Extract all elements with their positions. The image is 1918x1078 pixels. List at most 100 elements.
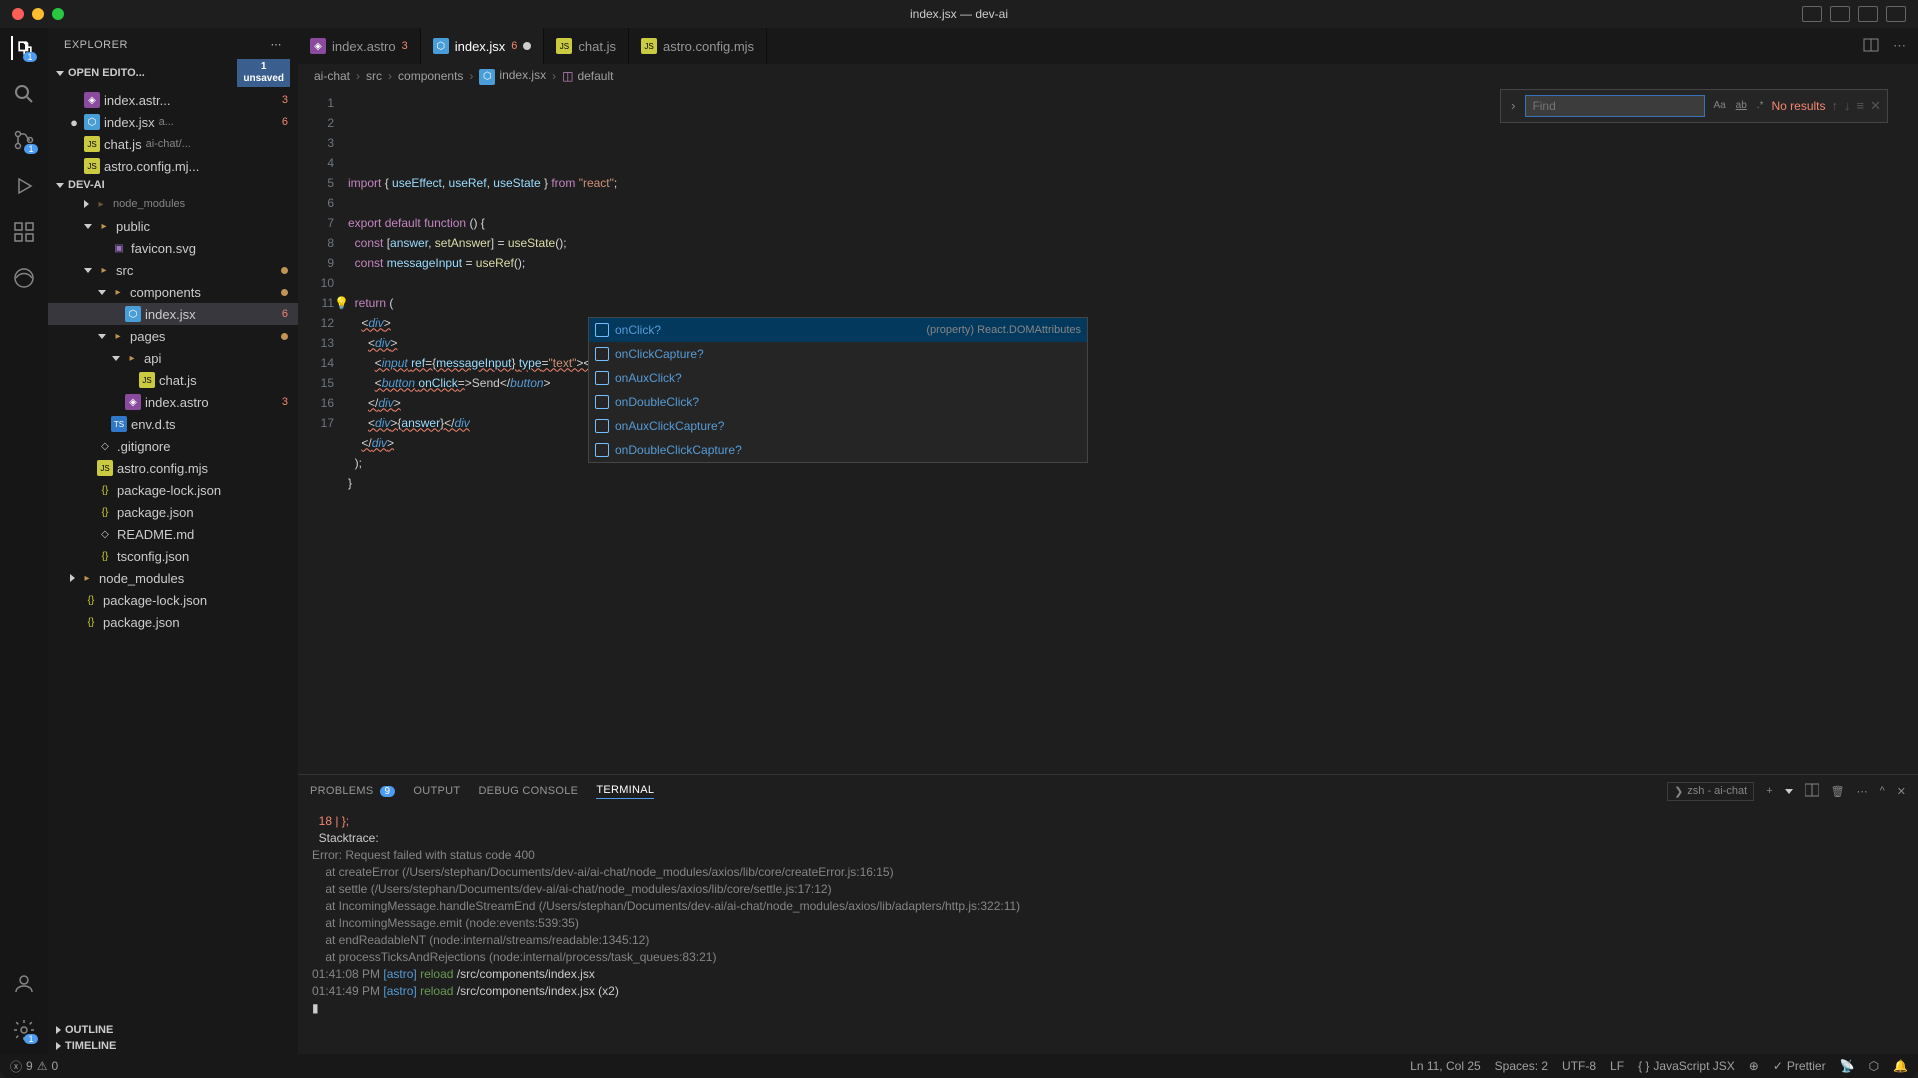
customize-layout-icon[interactable] — [1886, 6, 1906, 22]
match-word-icon[interactable]: ab — [1734, 98, 1749, 113]
breadcrumb-item[interactable]: components — [398, 69, 463, 83]
file-item[interactable]: {}package-lock.json — [48, 479, 298, 501]
file-item[interactable]: JSchat.js — [48, 369, 298, 391]
code-editor[interactable]: 💡 onClick?(property) React.DOMAttributes… — [348, 89, 1918, 775]
terminal-selector[interactable]: ❯ zsh - ai-chat — [1667, 782, 1754, 801]
status-eol[interactable]: LF — [1610, 1059, 1624, 1073]
status-language[interactable]: { } JavaScript JSX — [1638, 1059, 1735, 1073]
settings-gear-icon[interactable]: 1 — [12, 1018, 36, 1042]
edge-icon[interactable] — [12, 266, 36, 290]
suggest-item[interactable]: onClickCapture? — [589, 342, 1087, 366]
minimize-window[interactable] — [32, 8, 44, 20]
status-errors[interactable]: ⓧ 9 ⚠ 0 — [10, 1058, 58, 1075]
folder-item[interactable]: ▸pages — [48, 325, 298, 347]
editor-tab[interactable]: JSastro.config.mjs — [629, 28, 767, 64]
close-panel-icon[interactable]: ✕ — [1897, 785, 1906, 798]
open-editors-section[interactable]: OPEN EDITO... 1 unsaved — [48, 57, 298, 89]
output-tab[interactable]: OUTPUT — [413, 785, 460, 797]
find-results: No results — [1771, 99, 1825, 113]
split-terminal-icon[interactable] — [1805, 783, 1819, 800]
open-editor-item[interactable]: JSchat.jsai-chat/... — [48, 133, 298, 155]
feedback-icon[interactable]: 📡 — [1840, 1059, 1855, 1073]
file-item[interactable]: ⬡index.jsx6 — [48, 303, 298, 325]
find-prev-icon[interactable]: ↑ — [1832, 98, 1839, 113]
suggest-item[interactable]: onAuxClick? — [589, 366, 1087, 390]
status-encoding[interactable]: UTF-8 — [1562, 1059, 1596, 1073]
breadcrumb-item[interactable]: src — [366, 69, 382, 83]
suggest-item[interactable]: onClick?(property) React.DOMAttributes — [589, 318, 1087, 342]
folder-item[interactable]: ▸api — [48, 347, 298, 369]
maximize-panel-icon[interactable]: ^ — [1880, 785, 1885, 797]
panel-more-icon[interactable]: ⋯ — [1857, 785, 1868, 798]
breadcrumb-item[interactable]: ◫default — [562, 69, 613, 83]
open-editor-item[interactable]: JSastro.config.mj... — [48, 155, 298, 177]
breadcrumb-item[interactable]: ⬡index.jsx — [479, 68, 546, 85]
open-editor-item[interactable]: ●⬡index.jsxa...6 — [48, 111, 298, 133]
match-case-icon[interactable]: Aa — [1711, 98, 1727, 113]
terminal-tab[interactable]: TERMINAL — [596, 784, 654, 799]
layout-icon[interactable] — [1802, 6, 1822, 22]
split-editor-icon[interactable] — [1863, 37, 1879, 56]
panel-icon[interactable] — [1830, 6, 1850, 22]
find-input[interactable] — [1525, 95, 1705, 117]
project-section[interactable]: DEV-AI — [48, 177, 298, 193]
close-window[interactable] — [12, 8, 24, 20]
lightbulb-icon[interactable]: 💡 — [334, 293, 349, 313]
regex-icon[interactable]: .* — [1755, 98, 1766, 113]
editor-tab[interactable]: ◈index.astro3 — [298, 28, 421, 64]
explorer-more-icon[interactable]: ⋯ — [271, 38, 283, 51]
find-expand-icon[interactable]: › — [1507, 98, 1519, 113]
folder-item[interactable]: ▸node_modules — [48, 567, 298, 589]
terminal-dropdown-icon[interactable] — [1785, 785, 1793, 797]
find-close-icon[interactable]: ✕ — [1870, 98, 1881, 114]
source-control-icon[interactable]: 1 — [12, 128, 36, 152]
titlebar: index.jsx — dev-ai — [0, 0, 1918, 28]
sidebar-right-icon[interactable] — [1858, 6, 1878, 22]
status-spaces[interactable]: Spaces: 2 — [1495, 1059, 1548, 1073]
status-cursor[interactable]: Ln 11, Col 25 — [1410, 1059, 1481, 1073]
file-item[interactable]: {}tsconfig.json — [48, 545, 298, 567]
file-item[interactable]: {}package.json — [48, 611, 298, 633]
find-selection-icon[interactable]: ≡ — [1857, 98, 1865, 113]
file-item[interactable]: JSastro.config.mjs — [48, 457, 298, 479]
file-item[interactable]: ◇.gitignore — [48, 435, 298, 457]
property-icon — [595, 347, 609, 361]
suggest-item[interactable]: onDoubleClickCapture? — [589, 438, 1087, 462]
file-item[interactable]: {}package.json — [48, 501, 298, 523]
explorer-icon[interactable]: 1 — [11, 36, 35, 60]
find-next-icon[interactable]: ↓ — [1844, 98, 1851, 113]
account-icon[interactable] — [12, 972, 36, 996]
tab-more-icon[interactable]: ⋯ — [1893, 38, 1906, 54]
extensions-icon[interactable] — [12, 220, 36, 244]
open-editor-item[interactable]: ◈index.astr...3 — [48, 89, 298, 111]
maximize-window[interactable] — [52, 8, 64, 20]
editor-tab[interactable]: JSchat.js — [544, 28, 629, 64]
timeline-section[interactable]: TIMELINE — [48, 1038, 298, 1054]
kill-terminal-icon[interactable]: 🗑 — [1831, 785, 1845, 798]
breadcrumb[interactable]: ai-chat›src›components›⬡index.jsx›◫defau… — [298, 64, 1918, 89]
file-item[interactable]: {}package-lock.json — [48, 589, 298, 611]
live-share-icon[interactable]: ⬡ — [1869, 1059, 1879, 1073]
notifications-icon[interactable]: 🔔 — [1893, 1059, 1908, 1073]
file-item[interactable]: TSenv.d.ts — [48, 413, 298, 435]
suggest-item[interactable]: onAuxClickCapture? — [589, 414, 1087, 438]
outline-section[interactable]: OUTLINE — [48, 1022, 298, 1038]
folder-item[interactable]: ▸public — [48, 215, 298, 237]
problems-tab[interactable]: PROBLEMS 9 — [310, 785, 395, 797]
file-item[interactable]: ◇README.md — [48, 523, 298, 545]
file-item[interactable]: ▣favicon.svg — [48, 237, 298, 259]
search-icon[interactable] — [12, 82, 36, 106]
terminal-output[interactable]: 18 | }; Stacktrace:Error: Request failed… — [298, 807, 1918, 1054]
editor-tab[interactable]: ⬡index.jsx6 — [421, 28, 545, 64]
folder-item[interactable]: ▸src — [48, 259, 298, 281]
folder-item[interactable]: ▸components — [48, 281, 298, 303]
breadcrumb-item[interactable]: ai-chat — [314, 69, 350, 83]
copilot-icon[interactable]: ⊕ — [1749, 1059, 1759, 1073]
file-item[interactable]: ◈index.astro3 — [48, 391, 298, 413]
status-prettier[interactable]: ✓ Prettier — [1773, 1059, 1826, 1073]
folder-item[interactable]: ▸node_modules — [48, 193, 298, 215]
new-terminal-icon[interactable]: + — [1766, 785, 1772, 797]
run-debug-icon[interactable] — [12, 174, 36, 198]
suggest-item[interactable]: onDoubleClick? — [589, 390, 1087, 414]
debug-console-tab[interactable]: DEBUG CONSOLE — [478, 785, 578, 797]
